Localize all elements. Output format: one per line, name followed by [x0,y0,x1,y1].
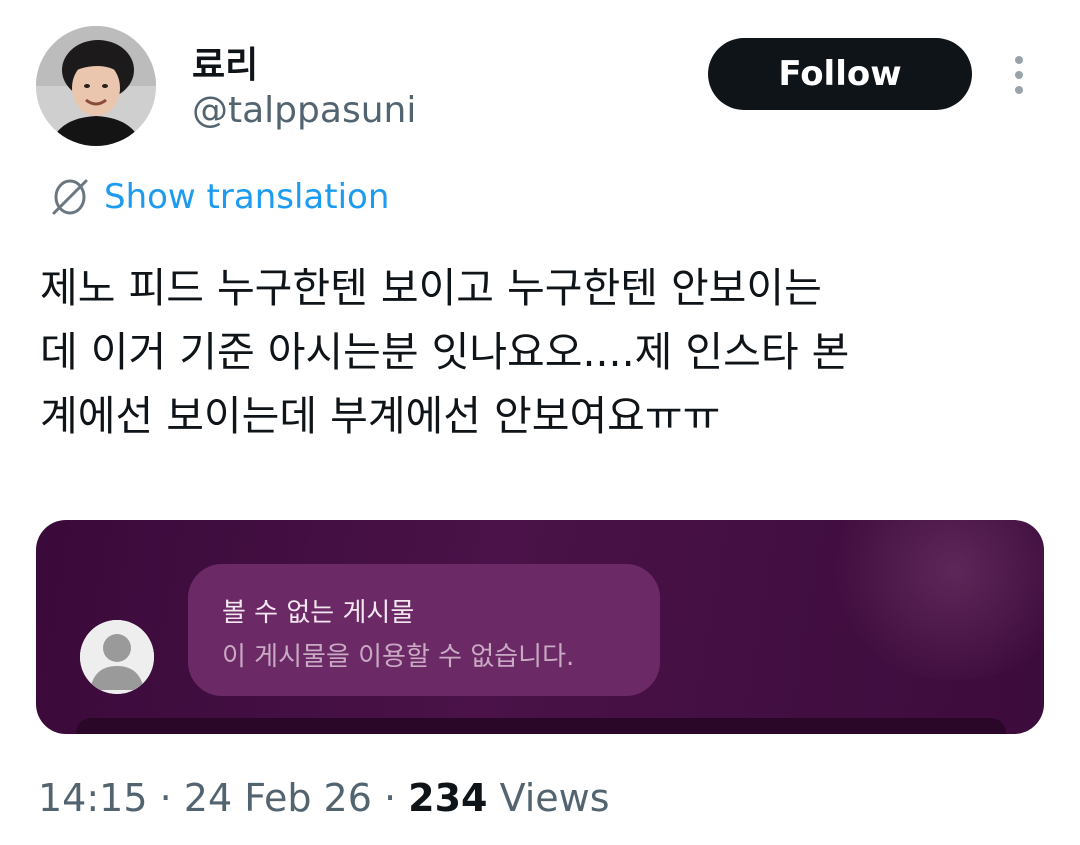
media-image[interactable]: 볼 수 없는 게시물 이 게시물을 이용할 수 없습니다. [36,520,1044,734]
more-options-button[interactable] [1004,52,1034,98]
show-translation-link[interactable]: Show translation [48,172,389,222]
follow-button[interactable]: Follow [708,38,972,110]
avatar-photo [36,26,156,146]
unavailable-post-message: 이 게시물을 이용할 수 없습니다. [222,642,575,672]
tweet-text-line: 제노 피드 누구한텐 보이고 누구한텐 안보이는 [40,264,822,312]
meta-separator: · [371,776,409,820]
unavailable-post-title: 볼 수 없는 게시물 [222,598,415,628]
translate-globe-icon [52,179,88,215]
media-avatar [80,620,154,694]
media-next-message-bar [76,718,1006,734]
user-handle[interactable]: @talppasuni [192,90,416,131]
default-user-icon [80,620,154,694]
media-background-glow [824,520,1044,680]
tweet-time[interactable]: 14:15 [38,776,148,820]
unavailable-post-bubble: 볼 수 없는 게시물 이 게시물을 이용할 수 없습니다. [188,564,660,696]
views-label: Views [487,776,610,820]
avatar[interactable] [36,26,156,146]
meta-separator: · [147,776,184,820]
show-translation-label: Show translation [104,177,390,217]
tweet-text-line: 계에선 보이는데 부계에선 안보여요ㅠㅠ [40,392,721,440]
tweet: 료리 @talppasuni Follow Show translation 제… [0,0,1080,845]
tweet-meta: 14:15 · 24 Feb 26 · 234 Views [38,776,610,820]
display-name[interactable]: 료리 [192,36,258,88]
more-vertical-icon [1015,56,1023,94]
views-count[interactable]: 234 [408,776,487,820]
tweet-text: 제노 피드 누구한텐 보이고 누구한텐 안보이는 데 이거 기준 아시는분 잇나… [40,256,1050,448]
tweet-date[interactable]: 24 Feb 26 [184,776,372,820]
tweet-text-line: 데 이거 기준 아시는분 잇나요오....제 인스타 본 [40,328,850,376]
